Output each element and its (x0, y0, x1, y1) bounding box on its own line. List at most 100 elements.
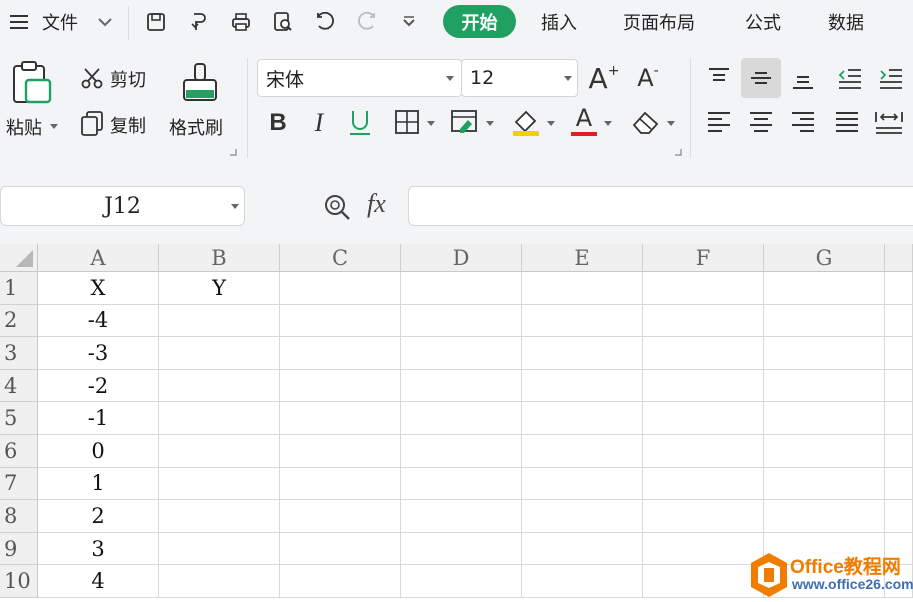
cell-overflow2[interactable] (885, 304, 913, 338)
format-painter-icon[interactable] (180, 62, 220, 104)
row-header-9[interactable]: 9 (0, 532, 38, 566)
cell-d1[interactable] (401, 272, 522, 305)
grow-font-icon[interactable]: A + (588, 60, 620, 96)
cell-c7[interactable] (280, 467, 401, 501)
cell-b6[interactable] (159, 435, 280, 468)
cell-b10[interactable] (159, 565, 280, 598)
cell-b8[interactable] (159, 500, 280, 533)
cell-a6[interactable]: 0 (38, 435, 159, 468)
borders-icon[interactable] (393, 108, 421, 136)
row-header-6[interactable]: 6 (0, 435, 38, 468)
cell-b5[interactable] (159, 402, 280, 435)
cell-style-icon[interactable] (450, 108, 480, 136)
tab-formulas[interactable]: 公式 (745, 9, 781, 35)
cell-e9[interactable] (522, 532, 643, 566)
cell-d7[interactable] (401, 467, 522, 501)
insert-function-icon[interactable]: fx (367, 189, 386, 219)
print-icon[interactable] (228, 9, 254, 35)
cell-e8[interactable] (522, 500, 643, 533)
cell-d10[interactable] (401, 565, 522, 598)
row-header-7[interactable]: 7 (0, 467, 38, 501)
row-header-4[interactable]: 4 (0, 369, 38, 403)
font-size-dropdown-arrow[interactable] (564, 76, 572, 81)
formula-input[interactable] (408, 186, 913, 226)
cell-overflow6[interactable] (885, 435, 913, 468)
increase-indent-icon[interactable] (876, 64, 906, 92)
cell-f6[interactable] (643, 435, 764, 468)
align-middle-icon[interactable] (741, 58, 781, 98)
save-icon[interactable] (143, 9, 169, 35)
cell-c5[interactable] (280, 402, 401, 435)
cell-d5[interactable] (401, 402, 522, 435)
fill-color-icon[interactable] (510, 106, 542, 138)
column-header-a[interactable]: A (38, 244, 159, 272)
cell-d6[interactable] (401, 435, 522, 468)
cell-d3[interactable] (401, 337, 522, 370)
cell-g7[interactable] (764, 467, 885, 501)
column-header-overflow[interactable] (885, 244, 913, 272)
cell-overflow7[interactable] (885, 467, 913, 501)
underline-icon[interactable] (346, 106, 374, 138)
cell-g6[interactable] (764, 435, 885, 468)
cell-f3[interactable] (643, 337, 764, 370)
cell-g4[interactable] (764, 369, 885, 403)
cell-e5[interactable] (522, 402, 643, 435)
paste-icon[interactable] (10, 60, 54, 106)
cell-c9[interactable] (280, 532, 401, 566)
export-pdf-icon[interactable] (186, 9, 212, 35)
italic-icon[interactable]: I (305, 108, 333, 138)
cell-b1[interactable]: Y (159, 272, 280, 305)
cell-c8[interactable] (280, 500, 401, 533)
tab-start[interactable]: 开始 (443, 5, 516, 38)
cell-e2[interactable] (522, 304, 643, 338)
cell-g8[interactable] (764, 500, 885, 533)
align-center-icon[interactable] (746, 108, 776, 136)
align-right-icon[interactable] (788, 108, 818, 136)
column-header-e[interactable]: E (522, 244, 643, 272)
cell-f2[interactable] (643, 304, 764, 338)
cell-d9[interactable] (401, 532, 522, 566)
cell-g2[interactable] (764, 304, 885, 338)
cell-g3[interactable] (764, 337, 885, 370)
cell-b2[interactable] (159, 304, 280, 338)
justify-icon[interactable] (832, 108, 862, 136)
cell-b7[interactable] (159, 467, 280, 501)
cell-c2[interactable] (280, 304, 401, 338)
column-header-f[interactable]: F (643, 244, 764, 272)
cell-b9[interactable] (159, 532, 280, 566)
scissors-icon[interactable] (80, 66, 104, 90)
align-left-icon[interactable] (704, 108, 734, 136)
row-header-5[interactable]: 5 (0, 402, 38, 435)
cell-style-dropdown-arrow[interactable] (486, 121, 494, 126)
cell-d8[interactable] (401, 500, 522, 533)
cell-f4[interactable] (643, 369, 764, 403)
undo-icon[interactable] (312, 9, 338, 35)
column-header-c[interactable]: C (280, 244, 401, 272)
font-name-dropdown-arrow[interactable] (446, 76, 454, 81)
tab-data[interactable]: 数据 (828, 9, 864, 35)
paste-label[interactable]: 粘贴 (6, 114, 42, 140)
align-top-icon[interactable] (704, 64, 734, 92)
copy-icon[interactable] (80, 110, 104, 136)
eraser-icon[interactable] (630, 106, 662, 136)
print-preview-icon[interactable] (270, 9, 296, 35)
chevron-down-icon[interactable] (92, 9, 118, 35)
cell-a7[interactable]: 1 (38, 467, 159, 501)
cell-a9[interactable]: 3 (38, 532, 159, 566)
font-launcher-icon[interactable] (674, 148, 682, 156)
font-name-select[interactable]: 宋体 (257, 59, 462, 97)
cell-f5[interactable] (643, 402, 764, 435)
cell-a5[interactable]: -1 (38, 402, 159, 435)
row-header-1[interactable]: 1 (0, 272, 38, 305)
row-header-8[interactable]: 8 (0, 500, 38, 533)
cell-c4[interactable] (280, 369, 401, 403)
cell-e7[interactable] (522, 467, 643, 501)
cell-g1[interactable] (764, 272, 885, 305)
format-painter-label[interactable]: 格式刷 (169, 114, 223, 140)
decrease-indent-icon[interactable] (835, 64, 865, 92)
row-header-3[interactable]: 3 (0, 337, 38, 370)
tab-page-layout[interactable]: 页面布局 (623, 9, 695, 35)
cell-d4[interactable] (401, 369, 522, 403)
cell-overflow4[interactable] (885, 369, 913, 403)
cell-overflow1[interactable] (885, 272, 913, 305)
